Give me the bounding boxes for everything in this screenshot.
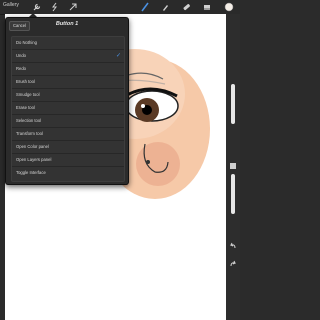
undo-icon[interactable] [229, 242, 237, 250]
action-item-open-color-panel[interactable]: Open Color panel [12, 141, 124, 154]
action-item-transform-tool[interactable]: Transform tool [12, 128, 124, 141]
redo-icon[interactable] [229, 260, 237, 268]
action-label: Open Color panel [16, 144, 49, 149]
action-item-selection-tool[interactable]: Selection tool [12, 115, 124, 128]
action-label: Toggle Interface [16, 170, 46, 175]
action-label: Redo [16, 66, 27, 71]
opacity-slider[interactable] [231, 174, 235, 214]
brush-icon[interactable] [140, 2, 150, 12]
right-sidebar [226, 14, 240, 320]
smudge-icon[interactable] [160, 2, 170, 12]
action-item-redo[interactable]: Redo [12, 63, 124, 76]
action-item-smudge-tool[interactable]: Smudge tool [12, 89, 124, 102]
selection-arrow-icon[interactable] [68, 2, 78, 12]
adjustments-icon[interactable] [50, 2, 60, 12]
action-label: Undo [16, 53, 27, 58]
popover-header: Button 1 Cancel [6, 18, 128, 32]
color-swatch-icon[interactable] [224, 2, 234, 12]
action-label: Erase tool [16, 105, 35, 110]
cancel-button[interactable]: Cancel [9, 21, 31, 31]
eraser-icon[interactable] [181, 2, 191, 12]
action-label: Do Nothing [16, 40, 37, 45]
action-label: Selection tool [16, 118, 42, 123]
brush-size-slider[interactable] [231, 84, 235, 124]
action-item-brush-tool[interactable]: Brush tool [12, 76, 124, 89]
action-label: Smudge tool [16, 92, 40, 97]
action-item-toggle-interface[interactable]: Toggle Interface [12, 167, 124, 179]
action-label: Transform tool [16, 131, 43, 136]
modify-button[interactable] [229, 162, 237, 170]
action-label: Brush tool [16, 79, 35, 84]
button-assignment-popover: Button 1 Cancel Do Nothing Undo ✓ Redo Br… [5, 17, 129, 185]
action-label: Open Layers panel [16, 157, 52, 162]
action-item-erase-tool[interactable]: Erase tool [12, 102, 124, 115]
action-item-do-nothing[interactable]: Do Nothing [12, 37, 124, 50]
checkmark-icon: ✓ [115, 53, 121, 59]
layers-icon[interactable] [202, 2, 212, 12]
action-list: Do Nothing Undo ✓ Redo Brush tool Smudge … [11, 36, 125, 182]
wrench-icon[interactable] [32, 2, 42, 12]
action-item-open-layers-panel[interactable]: Open Layers panel [12, 154, 124, 167]
gallery-button[interactable]: Gallery [3, 2, 19, 8]
action-item-undo[interactable]: Undo ✓ [12, 50, 124, 63]
